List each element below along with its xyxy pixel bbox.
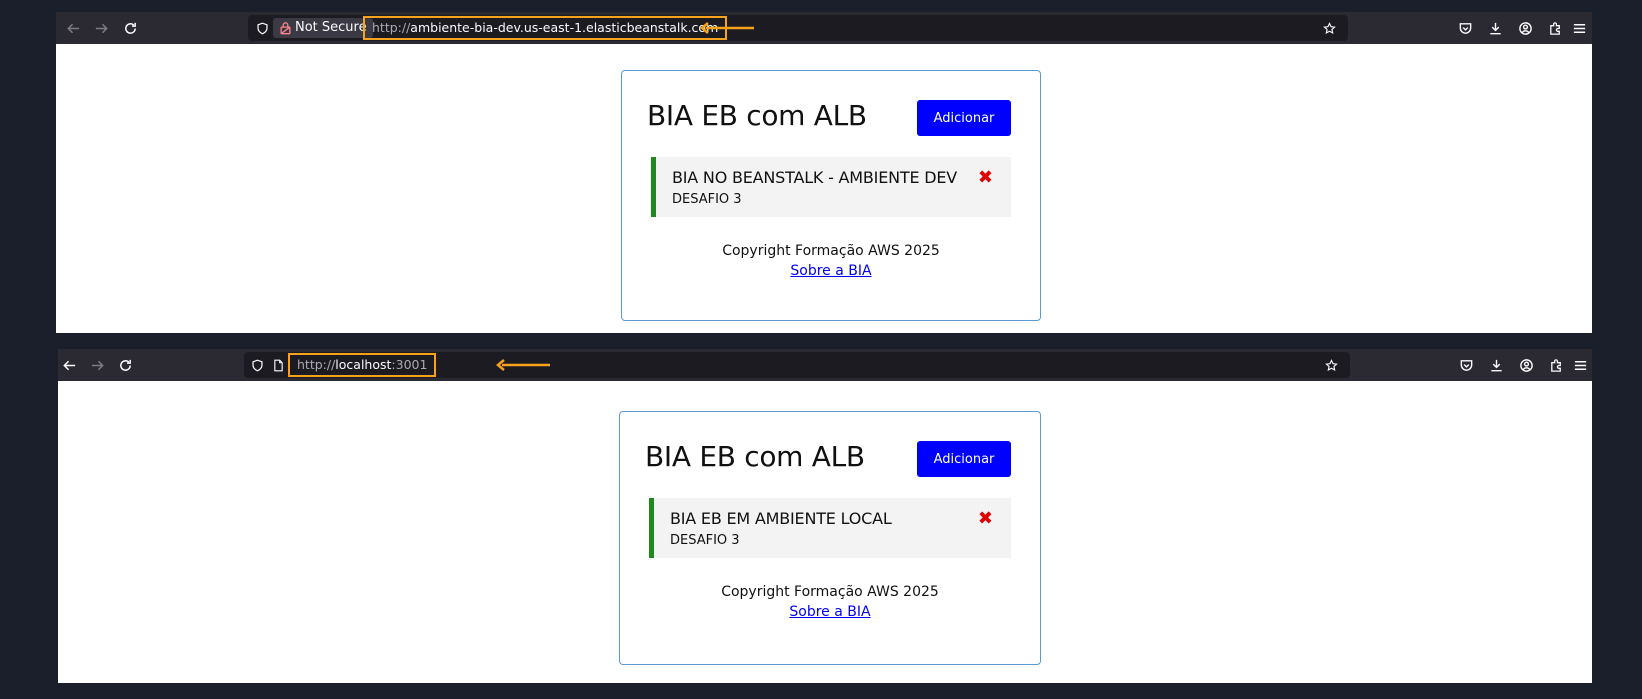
about-link-wrap: Sobre a BIA (622, 263, 1040, 279)
url-bar[interactable]: Not Secure http://ambiente-bia-dev.us-ea… (248, 15, 1348, 41)
pocket-icon[interactable] (1450, 12, 1480, 44)
extensions-icon[interactable] (1541, 349, 1571, 381)
browser-window-dev: Not Secure http://ambiente-bia-dev.us-ea… (56, 12, 1592, 333)
task-subtitle: DESAFIO 3 (670, 533, 740, 548)
reload-icon[interactable] (117, 12, 143, 44)
url-bar[interactable]: http://localhost:3001 (244, 352, 1350, 378)
forward-icon[interactable] (84, 349, 110, 381)
task-subtitle: DESAFIO 3 (672, 192, 742, 207)
account-icon[interactable] (1511, 349, 1541, 381)
shield-icon[interactable] (252, 15, 272, 41)
page-title: BIA EB com ALB (645, 440, 865, 473)
about-link[interactable]: Sobre a BIA (789, 604, 870, 620)
copyright-text: Copyright Formação AWS 2025 (721, 584, 939, 600)
back-icon[interactable] (56, 349, 82, 381)
page-title: BIA EB com ALB (647, 99, 867, 132)
url-port: :3001 (391, 357, 428, 372)
arrow-icon (700, 22, 754, 34)
task-item[interactable]: BIA EB EM AMBIENTE LOCAL DESAFIO 3 ✖ (649, 498, 1011, 558)
bookmark-star-icon[interactable] (1321, 352, 1341, 378)
download-icon[interactable] (1480, 12, 1510, 44)
copyright-text: Copyright Formação AWS 2025 (722, 243, 940, 259)
about-link-wrap: Sobre a BIA (620, 604, 1040, 620)
account-icon[interactable] (1510, 12, 1540, 44)
bookmark-star-icon[interactable] (1319, 15, 1339, 41)
menu-icon[interactable] (1567, 12, 1591, 44)
task-title: BIA EB EM AMBIENTE LOCAL (670, 509, 892, 528)
url-text-highlighted[interactable]: http://localhost:3001 (288, 353, 437, 377)
forward-icon[interactable] (88, 12, 114, 44)
url-host: ambiente-bia-dev.us-east-1.elasticbeanst… (410, 20, 719, 35)
menu-icon[interactable] (1568, 349, 1592, 381)
arrow-icon (496, 359, 550, 371)
browser-toolbar: http://localhost:3001 (58, 349, 1592, 381)
task-title: BIA NO BEANSTALK - AMBIENTE DEV (672, 168, 958, 187)
not-secure-label: Not Secure (295, 20, 367, 35)
page-icon[interactable] (268, 352, 288, 378)
shield-icon[interactable] (247, 352, 267, 378)
not-secure-badge[interactable]: Not Secure (273, 18, 373, 38)
app-card: BIA EB com ALB Adicionar BIA NO BEANSTAL… (621, 70, 1041, 321)
lock-icon (280, 22, 291, 35)
task-item[interactable]: BIA NO BEANSTALK - AMBIENTE DEV DESAFIO … (651, 157, 1011, 217)
browser-window-local: http://localhost:3001 BIA EB com ALB Adi… (58, 349, 1592, 683)
reload-icon[interactable] (112, 349, 138, 381)
about-link[interactable]: Sobre a BIA (790, 263, 871, 279)
url-scheme: http:// (372, 20, 411, 35)
add-button[interactable]: Adicionar (917, 441, 1011, 477)
url-text-highlighted[interactable]: http://ambiente-bia-dev.us-east-1.elasti… (363, 16, 728, 40)
url-host: localhost (335, 357, 392, 372)
back-icon[interactable] (60, 12, 86, 44)
browser-toolbar: Not Secure http://ambiente-bia-dev.us-ea… (56, 12, 1592, 44)
app-card: BIA EB com ALB Adicionar BIA EB EM AMBIE… (619, 411, 1041, 665)
delete-icon[interactable]: ✖ (978, 167, 993, 188)
delete-icon[interactable]: ✖ (978, 508, 993, 529)
url-scheme: http:// (297, 357, 336, 372)
add-button[interactable]: Adicionar (917, 100, 1011, 136)
download-icon[interactable] (1481, 349, 1511, 381)
pocket-icon[interactable] (1451, 349, 1481, 381)
extensions-icon[interactable] (1540, 12, 1570, 44)
